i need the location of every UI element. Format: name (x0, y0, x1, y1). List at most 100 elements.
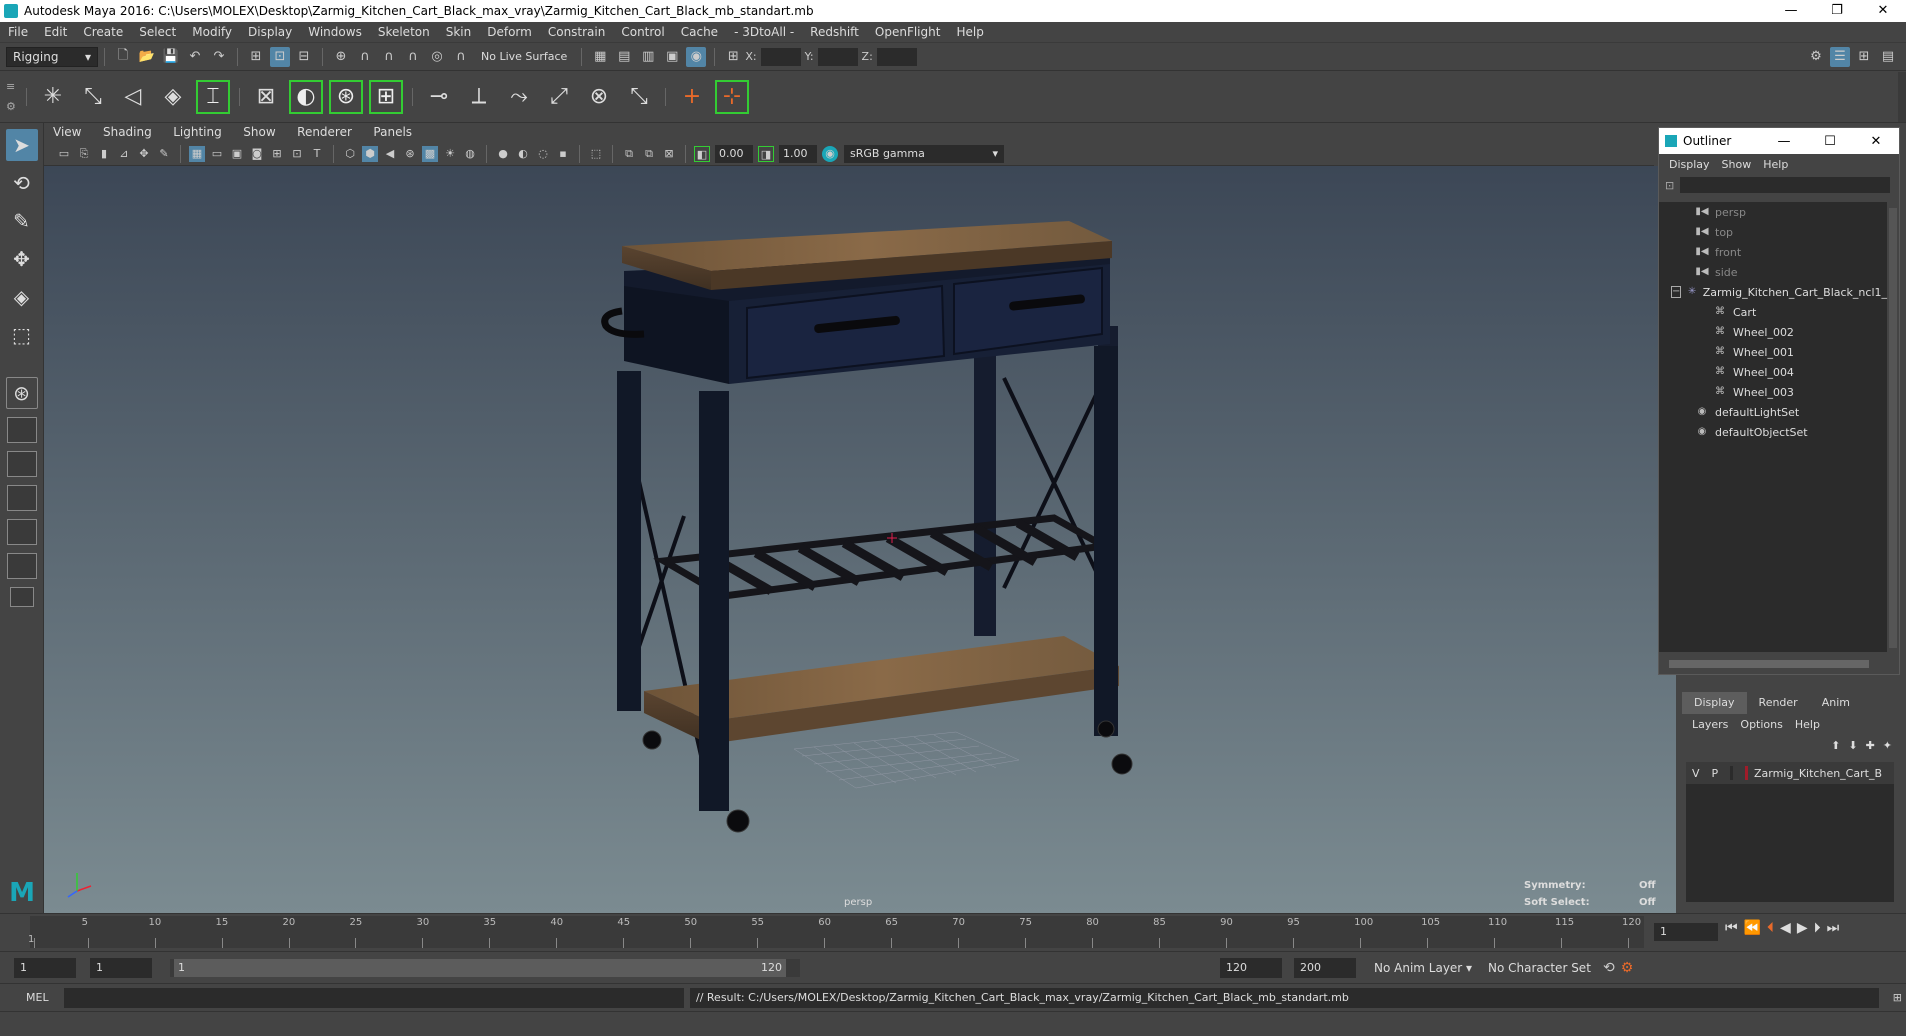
layer-menu-layers[interactable]: Layers (1686, 718, 1734, 731)
script-language-toggle[interactable]: MEL (26, 991, 60, 1004)
depth-of-field-icon[interactable]: ▪ (555, 146, 571, 162)
pole-vector-icon[interactable]: ⤡ (622, 80, 656, 114)
outliner-item-wheel-003[interactable]: ⌘ Wheel_003 (1659, 382, 1887, 402)
layout-four-view-icon[interactable] (6, 417, 37, 443)
new-scene-icon[interactable]: 🗋 (113, 47, 133, 67)
grease-pencil-icon[interactable]: ✎ (156, 146, 172, 162)
auto-key-icon[interactable]: ⟲ (1603, 960, 1615, 976)
bind-skin-icon[interactable]: ⌶ (196, 79, 230, 114)
anim-layer-dropdown[interactable]: No Anim Layer ▾ (1368, 957, 1478, 978)
outliner-item-front[interactable]: ▮◀ front (1659, 242, 1887, 262)
joint-tool-icon[interactable]: ✳ (36, 80, 70, 114)
parent-constraint-icon[interactable]: ⊗ (582, 80, 616, 114)
current-frame-field[interactable]: 1 (1654, 923, 1718, 941)
menu-skin[interactable]: Skin (438, 25, 480, 39)
xray-icon[interactable]: ⧉ (621, 146, 637, 162)
select-hierarchy-icon[interactable]: ⊞ (246, 47, 266, 67)
screen-space-ao-icon[interactable]: ● (495, 146, 511, 162)
new-layer-selected-icon[interactable]: ✦ (1883, 739, 1892, 752)
move-layer-down-icon[interactable]: ⬇ (1848, 739, 1857, 752)
modeling-toolkit-icon[interactable]: ⚙ (1806, 47, 1826, 67)
snap-view-icon[interactable]: ∩ (403, 47, 423, 67)
menu-skeleton[interactable]: Skeleton (370, 25, 438, 39)
snap-surface-icon[interactable]: ◎ (427, 47, 447, 67)
safe-action-icon[interactable]: ⊡ (289, 146, 305, 162)
outliner-item-persp[interactable]: ▮◀ persp (1659, 202, 1887, 222)
outliner-item-cart[interactable]: ⌘ Cart (1659, 302, 1887, 322)
playback-start-field[interactable]: 1 (90, 957, 152, 978)
lattice-icon[interactable]: ⊠ (249, 80, 283, 114)
range-slider[interactable]: 1 120 (170, 958, 800, 977)
ik-handle-icon[interactable]: ⤡ (76, 80, 110, 114)
tab-render[interactable]: Render (1747, 692, 1810, 714)
menu-openflight[interactable]: OpenFlight (867, 25, 949, 39)
control-curve-icon[interactable]: ⊹ (715, 79, 749, 114)
outliner-item-side[interactable]: ▮◀ side (1659, 262, 1887, 282)
camera-select-icon[interactable]: ▭ (56, 146, 72, 162)
cluster-icon[interactable]: ◐ (289, 79, 323, 114)
outliner-menu-display[interactable]: Display (1663, 158, 1716, 171)
ik-spline-icon[interactable]: ◁ (116, 80, 150, 114)
tab-anim[interactable]: Anim (1810, 692, 1862, 714)
2d-pan-zoom-icon[interactable]: ✥ (136, 146, 152, 162)
grid-icon[interactable]: ▦ (189, 145, 205, 162)
shelf-scrollbar[interactable] (1898, 71, 1906, 122)
layout-custom-icon[interactable] (9, 587, 34, 607)
smooth-shade-icon[interactable]: ⬢ (362, 145, 378, 162)
show-manipulator-icon[interactable]: ⊛ (5, 377, 38, 409)
layer-menu-help[interactable]: Help (1789, 718, 1826, 731)
locator-icon[interactable]: + (675, 80, 709, 114)
shadows-icon[interactable]: ◍ (462, 146, 478, 162)
xray-joints-icon[interactable]: ⧉ (641, 146, 657, 162)
tab-display[interactable]: Display (1682, 692, 1747, 714)
panel-menu-show[interactable]: Show (234, 125, 284, 139)
outliner-vertical-scrollbar[interactable] (1889, 208, 1897, 648)
color-management-icon[interactable]: ◉ (822, 145, 838, 162)
menu-create[interactable]: Create (75, 25, 131, 39)
multisample-aa-icon[interactable]: ◌ (535, 146, 551, 162)
wrap-icon[interactable]: ⊛ (329, 79, 363, 114)
outliner-item-wheel-002[interactable]: ⌘ Wheel_002 (1659, 322, 1887, 342)
panel-menu-panels[interactable]: Panels (364, 125, 421, 139)
menu-modify[interactable]: Modify (184, 25, 240, 39)
xray-components-icon[interactable]: ⊠ (661, 146, 677, 162)
outliner-item-wheel-001[interactable]: ⌘ Wheel_001 (1659, 342, 1887, 362)
ipr-render-icon[interactable]: ▤ (614, 47, 634, 67)
snap-grid-icon[interactable]: ⊕ (331, 47, 351, 67)
mode-dropdown[interactable]: Rigging ▾ (6, 46, 98, 67)
lasso-tool-icon[interactable]: ⟲ (6, 167, 38, 199)
insert-joint-icon[interactable]: ◈ (156, 80, 190, 114)
open-scene-icon[interactable]: 📂 (137, 47, 157, 67)
filter-icon[interactable]: ⊡ (1665, 179, 1674, 192)
isolate-select-icon[interactable]: ⬚ (588, 146, 604, 162)
film-gate-icon[interactable]: ▭ (209, 146, 225, 162)
layout-two-side-icon[interactable] (6, 451, 37, 477)
z-field[interactable] (876, 47, 917, 66)
use-default-material-icon[interactable]: ◀ (382, 146, 398, 162)
menu-display[interactable]: Display (240, 25, 300, 39)
wireframe-icon[interactable]: ⬡ (342, 146, 358, 162)
step-back-key-icon[interactable]: ⏪ (1744, 920, 1761, 936)
outliner-item-default-light-set[interactable]: ◉ defaultLightSet (1659, 402, 1887, 422)
layout-persp-graph-icon[interactable] (6, 519, 37, 545)
snap-point-icon[interactable]: ∩ (379, 47, 399, 67)
end-time-field[interactable]: 200 (1294, 957, 1356, 978)
scale-constraint-icon[interactable]: ⤢ (542, 80, 576, 114)
go-to-end-icon[interactable]: ⏭ (1827, 920, 1840, 936)
menu-3dtoall[interactable]: - 3DtoAll - (726, 25, 802, 39)
layer-menu-options[interactable]: Options (1734, 718, 1788, 731)
aim-constraint-icon[interactable]: ⟂ (462, 80, 496, 114)
playback-end-field[interactable]: 120 (1220, 957, 1282, 978)
outliner-title-bar[interactable]: Outliner — ☐ ✕ (1659, 128, 1899, 154)
select-tool-icon[interactable]: ➤ (5, 129, 38, 161)
layer-row[interactable]: V P Zarmig_Kitchen_Cart_B (1686, 762, 1894, 784)
panel-menu-shading[interactable]: Shading (94, 125, 161, 139)
character-set-dropdown[interactable]: No Character Set (1482, 957, 1597, 978)
minimize-button[interactable]: — (1761, 134, 1807, 149)
play-forward-icon[interactable]: ▶ (1797, 920, 1808, 936)
command-input[interactable] (64, 987, 684, 1008)
menu-file[interactable]: File (0, 25, 36, 39)
image-plane-icon[interactable]: ⊿ (116, 146, 132, 162)
resolution-gate-icon[interactable]: ▣ (229, 146, 245, 162)
layout-persp-outliner-icon[interactable] (6, 485, 37, 511)
